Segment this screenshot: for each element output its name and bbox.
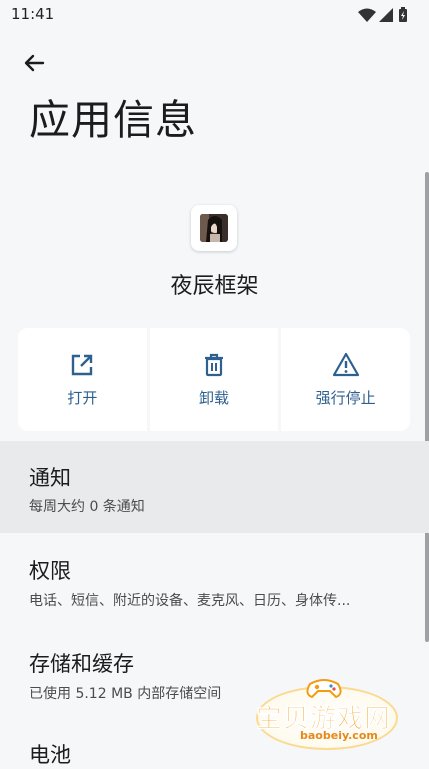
- watermark-domain: baobeiy.com: [300, 729, 378, 742]
- permissions-title: 权限: [29, 559, 71, 583]
- storage-title: 存储和缓存: [29, 652, 134, 676]
- permissions-summary: 电话、短信、附近的设备、麦克风、日历、身体传...: [29, 593, 351, 609]
- trash-icon: [205, 353, 223, 377]
- gamepad-icon: [306, 679, 342, 699]
- notifications-summary: 每周大约 0 条通知: [29, 499, 145, 515]
- arrow-back-icon: [24, 54, 45, 72]
- notifications-title: 通知: [29, 466, 71, 490]
- status-bar: 11:41: [0, 0, 429, 30]
- action-bar: 打开 卸载 强行停止: [18, 328, 411, 431]
- notifications-setting[interactable]: 通知 每周大约 0 条通知: [0, 441, 429, 533]
- status-icons: [357, 6, 415, 24]
- permissions-setting[interactable]: 权限 电话、短信、附近的设备、麦克风、日历、身体传...: [0, 555, 429, 629]
- uninstall-label: 卸载: [199, 389, 230, 407]
- force-stop-button[interactable]: 强行停止: [281, 328, 411, 431]
- page-title: 应用信息: [29, 96, 197, 144]
- status-time: 11:41: [11, 5, 55, 23]
- app-name: 夜辰框架: [170, 274, 259, 299]
- signal-icon: [379, 8, 393, 22]
- open-button[interactable]: 打开: [18, 328, 147, 431]
- force-stop-label: 强行停止: [315, 389, 376, 407]
- app-icon: [191, 205, 237, 251]
- uninstall-button[interactable]: 卸载: [149, 328, 279, 431]
- open-external-icon: [72, 354, 93, 376]
- back-button[interactable]: [18, 47, 50, 79]
- warning-icon: [332, 352, 359, 377]
- wifi-icon: [358, 8, 376, 22]
- open-label: 打开: [67, 389, 98, 407]
- app-icon-image: [200, 214, 228, 242]
- watermark: 宝贝游戏网 baobeiy.com: [250, 676, 400, 756]
- battery-icon: [399, 7, 407, 22]
